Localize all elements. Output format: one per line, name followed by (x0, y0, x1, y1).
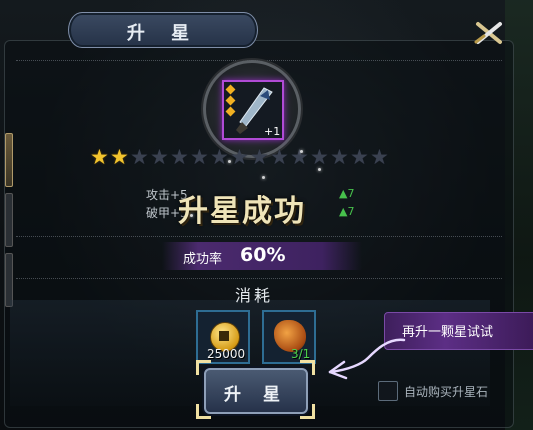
side-tab[interactable] (5, 193, 13, 247)
star-empty-icon: ★ (330, 145, 349, 169)
star-empty-icon: ★ (130, 145, 149, 169)
stone-quantity: 3/1 (291, 347, 311, 361)
star-empty-icon: ★ (350, 145, 369, 169)
coin-hole (219, 331, 229, 341)
star-empty-icon: ★ (210, 145, 229, 169)
star-empty-icon: ★ (190, 145, 209, 169)
divider (16, 236, 502, 237)
button-highlight-corner (300, 404, 315, 419)
close-icon (474, 22, 502, 44)
divider (16, 278, 502, 279)
title-banner: 升 星 (68, 12, 258, 48)
button-highlight-corner (196, 404, 211, 419)
button-highlight-corner (196, 360, 211, 375)
stat-armor-break-increase: ▲7 (339, 205, 355, 218)
sparkle-effect (300, 150, 303, 153)
tip-bubble-text: 再升一颗星试试 (402, 325, 494, 340)
star-empty-icon: ★ (290, 145, 309, 169)
star-filled-icon: ★ (90, 145, 109, 169)
auto-buy-checkbox[interactable] (378, 381, 398, 401)
sparkle-effect (190, 214, 193, 217)
sparkle-effect (318, 168, 321, 171)
upgrade-star-button[interactable]: 升 星 (204, 368, 308, 414)
cost-title: 消耗 (234, 286, 273, 305)
sparkle-effect (228, 160, 231, 163)
upgrade-star-button-label: 升 星 (224, 385, 288, 405)
auto-buy-label: 自动购买升星石 (404, 385, 489, 399)
side-tab-active[interactable] (5, 133, 13, 187)
success-rate-value: 60% (240, 244, 286, 266)
close-button[interactable] (474, 18, 504, 48)
star-empty-icon: ★ (270, 145, 289, 169)
star-empty-icon: ★ (230, 145, 249, 169)
star-empty-icon: ★ (370, 145, 389, 169)
pointer-arrow-icon (328, 338, 406, 380)
star-empty-icon: ★ (150, 145, 169, 169)
success-rate-label: 成功率 (183, 252, 223, 267)
success-banner: 升星成功 (178, 194, 306, 229)
star-empty-icon: ★ (310, 145, 329, 169)
star-empty-icon: ★ (250, 145, 269, 169)
item-level-badge: +1 (264, 125, 281, 138)
button-highlight-corner (300, 360, 315, 375)
star-empty-icon: ★ (170, 145, 189, 169)
gold-amount: 25000 (207, 347, 246, 361)
sparkle-effect (262, 176, 265, 179)
star-filled-icon: ★ (110, 145, 129, 169)
stat-attack-increase: ▲7 (339, 187, 355, 200)
dialog-title: 升 星 (126, 23, 200, 44)
